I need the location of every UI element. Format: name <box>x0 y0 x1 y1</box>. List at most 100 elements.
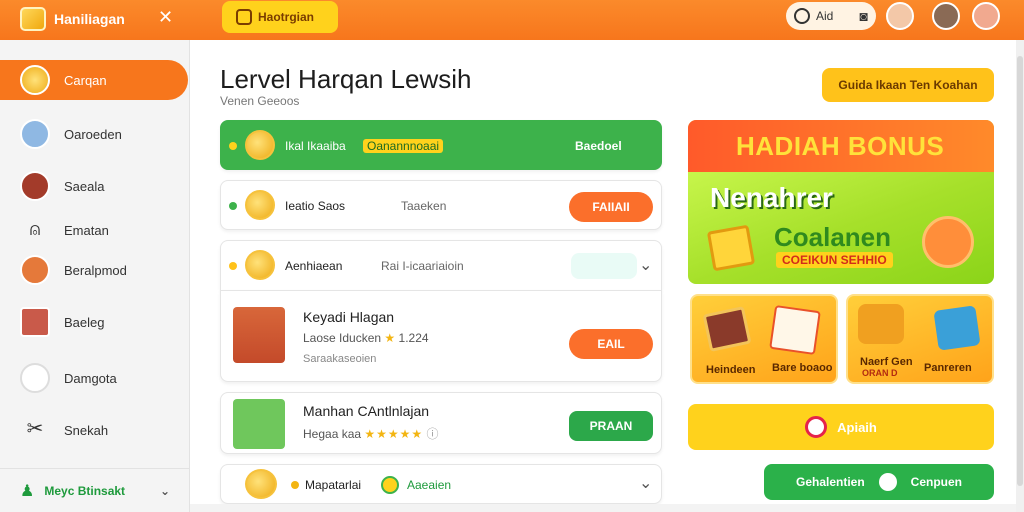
profile-avatar[interactable] <box>972 2 1000 30</box>
row-meta-label: Laose Iducken <box>303 331 382 345</box>
sidebar-item-snekah[interactable]: ✂ Snekah <box>0 410 190 450</box>
coin-icon <box>245 190 275 220</box>
row-meta-label: Hegaa kaa <box>303 427 362 441</box>
sidebar-item-baeleg[interactable]: Baeleg <box>0 302 190 342</box>
row-action-link[interactable]: Baedoel <box>575 139 622 153</box>
banner-subtitle: Coalanen <box>774 222 892 252</box>
row-tag: Rai I-icaariaioin <box>381 259 464 273</box>
potion-icon <box>933 305 981 351</box>
list-item[interactable]: Manhan CAntlnlajan Hegaa kaa ★★★★★ ⓘ PRA… <box>220 392 662 454</box>
row-action-button[interactable]: PRAAN <box>569 411 653 441</box>
row-title: Ieatio Saos <box>285 199 346 213</box>
sidebar-item-carqan[interactable]: Carqan <box>0 60 188 100</box>
row-tag: Oanannnoaai <box>363 139 444 153</box>
horizontal-scrollbar[interactable] <box>190 504 1016 512</box>
sidebar-item-oaroeden[interactable]: Oaroeden <box>0 114 190 154</box>
account-pill[interactable]: Aid ◙ <box>786 2 876 30</box>
sidebar-item-label: Ematan <box>64 222 109 238</box>
list-item[interactable]: Aenhiaean Rai I-icaariaioin ⌄ <box>220 240 662 290</box>
mascot-icon <box>922 216 974 268</box>
sidebar-item-saeala[interactable]: Saeala <box>0 166 190 206</box>
tile-label: Heindeen <box>706 364 756 376</box>
badge-icon <box>381 476 399 494</box>
bonus-banner[interactable]: HADIAH BONUS Nenahrer Coalanen COEIKUN S… <box>688 120 994 284</box>
app-title: Haniliagan <box>54 11 125 27</box>
star-icon: ★ <box>384 331 396 345</box>
confirm-button[interactable]: Gehalentien Cenpuen <box>764 464 994 500</box>
sidebar-item-label: Baeleg <box>64 314 105 330</box>
info-icon[interactable]: ⓘ <box>427 427 439 441</box>
row-meta-value: 1.224 <box>398 331 429 345</box>
claim-button[interactable]: Apiaih <box>688 404 994 450</box>
list-item[interactable]: Ikal Ikaaiba Oanannnoaai Baedoel <box>220 120 662 170</box>
list-item[interactable]: Keyadi Hlagan Laose Iducken ★ 1.224 Sara… <box>220 290 662 382</box>
claim-button-label: Apiaih <box>837 419 877 435</box>
sidebar-item-label: Snekah <box>64 422 109 438</box>
gift-icon <box>805 416 828 438</box>
check-icon <box>878 473 897 491</box>
page-title: Lervel Harqan Lewsih <box>220 64 472 94</box>
banner-tagline: COEIKUN SEHHIO <box>776 252 893 268</box>
sidebar-footer[interactable]: ♟ Meyc Btinsakt ⌄ <box>0 468 190 512</box>
character-icon <box>20 171 50 201</box>
top-menu-button-label: Haotrgian <box>258 10 315 24</box>
sidebar-footer-label: Meyc Btinsakt <box>44 483 126 498</box>
sidebar-item-ematan[interactable]: ⍝ Ematan <box>0 210 190 250</box>
list-item[interactable]: Ieatio Saos Taaeken FAIIAII <box>220 180 662 230</box>
chevron-down-icon[interactable]: ⌄ <box>639 255 652 275</box>
row-action-button[interactable]: EAIL <box>569 329 653 359</box>
status-dot <box>229 142 237 150</box>
sidebar-item-label: Saeala <box>64 178 105 194</box>
sidebar-item-damgota[interactable]: Damgota <box>0 358 190 398</box>
top-bar: Haniliagan ✕ Haotrgian Aid ◙ <box>0 0 1024 40</box>
game-thumbnail <box>233 307 285 363</box>
sidebar: Carqan Oaroeden Saeala ⍝ Ematan Beralpmo… <box>0 40 190 512</box>
close-icon[interactable]: ✕ <box>158 7 173 28</box>
scrollbar-thumb[interactable] <box>1017 56 1023 486</box>
tools-icon: ✂ <box>26 418 44 440</box>
row-meta: Hegaa kaa ★★★★★ ⓘ <box>303 425 439 442</box>
coin-icon <box>245 130 275 160</box>
list-item[interactable]: Mapatarlai Aaeaien ⌄ <box>220 464 662 504</box>
row-title: Manhan CAntlnlajan <box>303 403 430 419</box>
chevron-down-icon[interactable]: ⌄ <box>639 473 652 493</box>
page-subtitle: Venen Geeoos <box>220 94 300 108</box>
ticket-icon <box>769 305 821 355</box>
castle-icon <box>20 307 50 337</box>
status-dot <box>229 262 237 270</box>
row-title: Aenhiaean <box>285 259 343 273</box>
reward-tile[interactable]: Naerf Gen ORAN D Panreren <box>846 294 994 384</box>
coin-icon <box>245 250 275 280</box>
row-placeholder-button[interactable] <box>571 253 637 279</box>
guide-button[interactable]: Guida Ikaan Ten Koahan <box>822 68 994 102</box>
sidebar-item-label: Beralpmod <box>64 262 127 278</box>
row-tag: Aaeaien <box>407 478 452 492</box>
reward-tile[interactable]: Heindeen Bare boaoo <box>690 294 838 384</box>
tile-sublabel: ORAN D <box>862 368 898 378</box>
treasure-icon <box>858 304 904 344</box>
row-title: Keyadi Hlagan <box>303 309 395 325</box>
tile-label: Panreren <box>924 362 972 374</box>
row-action-button[interactable]: FAIIAII <box>569 192 653 222</box>
chevron-down-icon: ⌄ <box>159 483 170 498</box>
sidebar-item-label: Oaroeden <box>64 126 122 142</box>
coin-stack-icon <box>245 469 277 499</box>
user-icon <box>794 8 810 24</box>
sidebar-item-label: Carqan <box>64 72 107 88</box>
coin-icon <box>20 65 50 95</box>
banner-title: Nenahrer <box>710 182 833 213</box>
avatar[interactable] <box>886 2 914 30</box>
confirm-button-label: Gehalentien <box>795 475 865 489</box>
face-icon <box>20 255 50 285</box>
row-title: Ikal Ikaaiba <box>285 139 346 153</box>
app-logo-icon <box>20 7 46 31</box>
sidebar-item-beralpmod[interactable]: Beralpmod <box>0 250 190 290</box>
app-brand[interactable]: Haniliagan <box>20 5 125 33</box>
row-subtext: Saraakaseoien <box>303 353 377 365</box>
tile-label: Bare boaoo <box>772 362 833 374</box>
avatar-secondary[interactable] <box>932 2 960 30</box>
vertical-scrollbar[interactable] <box>1016 40 1024 512</box>
top-menu-button[interactable]: Haotrgian <box>222 1 338 33</box>
row-tag: Taaeken <box>401 199 447 213</box>
row-meta: Laose Iducken ★ 1.224 <box>303 331 429 345</box>
